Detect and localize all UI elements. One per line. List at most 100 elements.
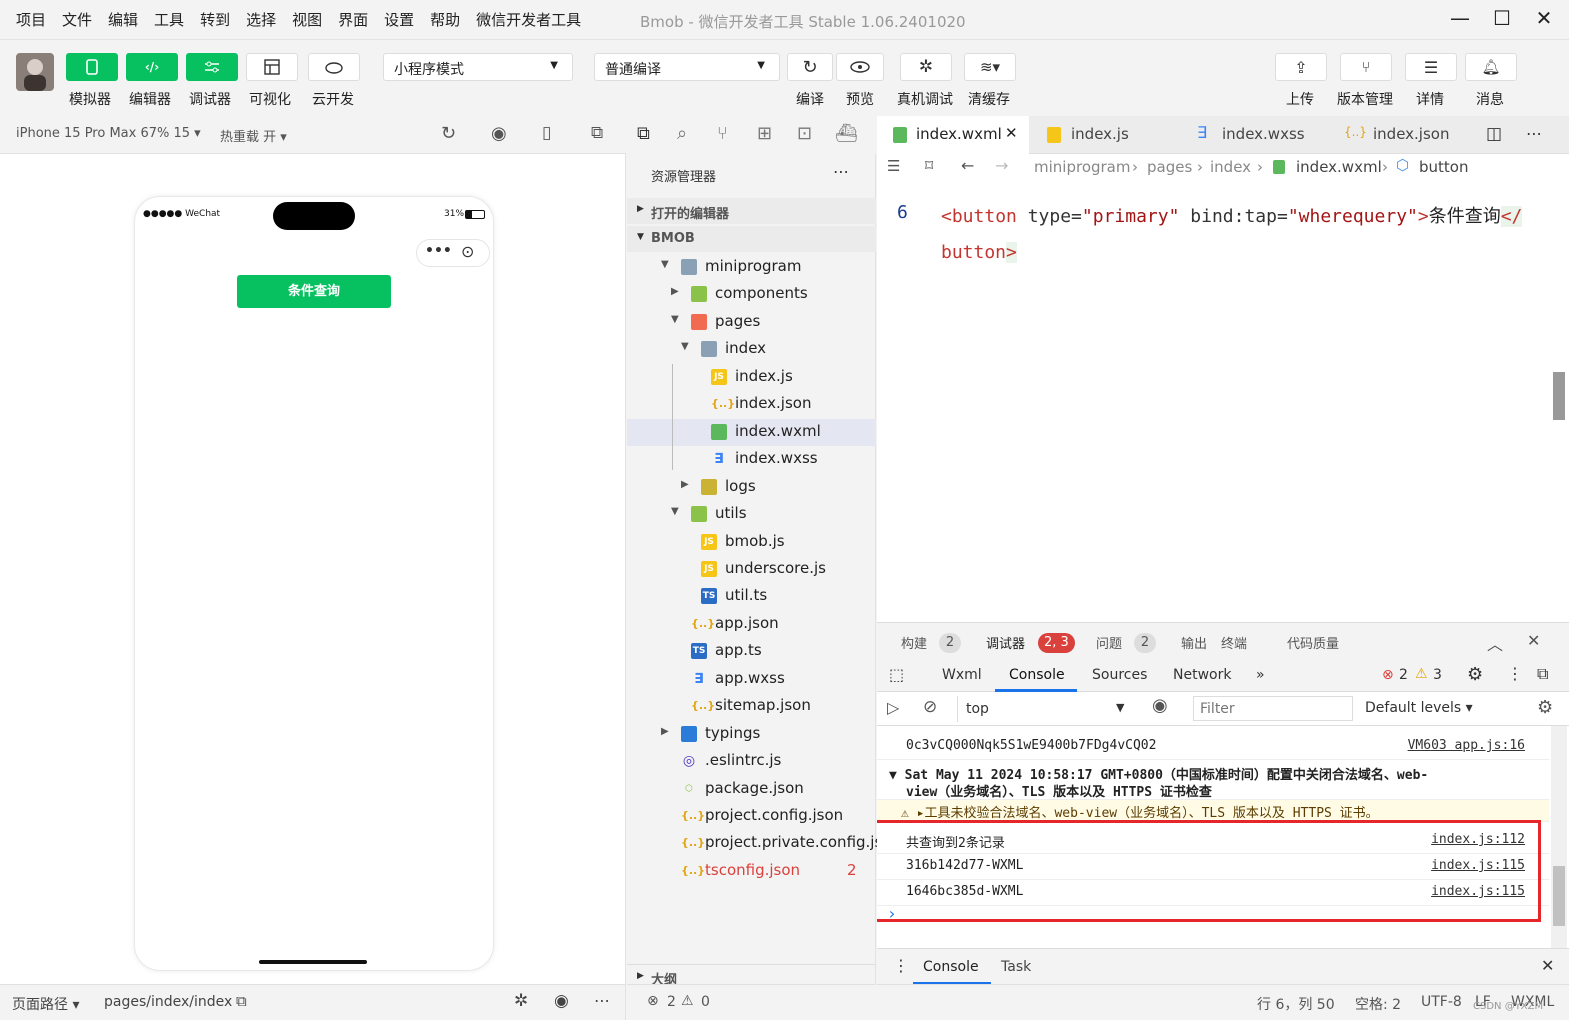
list-icon[interactable]: ☰ — [887, 157, 900, 175]
tree-item[interactable]: ▼ utils — [627, 501, 876, 528]
editor-button[interactable]: ‹/› — [126, 53, 178, 81]
hot-reload-select[interactable]: 热重载 开 ▾ — [220, 126, 287, 145]
split-editor-icon[interactable]: ◫ — [1486, 124, 1502, 144]
tree-item[interactable]: {..} app.json — [627, 611, 876, 638]
warning-row[interactable]: ⚠ ▸工具未校验合法域名、web-view（业务域名）、TLS 版本以及 HTT… — [877, 800, 1549, 822]
levels-select[interactable]: Default levels ▾ — [1365, 700, 1473, 716]
open-editors-section[interactable]: ▶ 打开的编辑器 — [627, 198, 876, 224]
clear-cache-button[interactable]: ≋▾ — [964, 53, 1016, 81]
back-icon[interactable]: ← — [961, 156, 974, 175]
tab-output[interactable]: 输出 — [1181, 633, 1207, 652]
popout-icon[interactable]: ⧉ — [591, 123, 603, 143]
maximize-icon[interactable]: ☐ — [1484, 6, 1520, 30]
problems-status[interactable]: ⊗ 2 ⚠ 0 — [627, 984, 876, 1020]
close-icon[interactable]: ✕ — [1541, 956, 1554, 975]
docker-icon[interactable]: ⛴ — [835, 123, 858, 144]
menu-item[interactable]: 视图 — [292, 9, 322, 30]
tab-build[interactable]: 构建 — [901, 633, 927, 652]
close-icon[interactable]: ✕ — [1526, 6, 1562, 30]
device-select[interactable]: iPhone 15 Pro Max 67% 15 ▾ — [16, 126, 201, 141]
tree-item[interactable]: index.wxml — [627, 418, 876, 446]
breadcrumb-item[interactable]: pages — [1147, 158, 1192, 176]
more-tabs-icon[interactable]: » — [1256, 667, 1265, 683]
sidebar-toggle-icon[interactable]: ▷ — [887, 698, 899, 717]
tree-item[interactable]: {..} project.config.json — [627, 803, 876, 830]
menu-item[interactable]: 界面 — [338, 9, 368, 30]
avatar[interactable] — [16, 53, 54, 91]
indentation[interactable]: 空格: 2 — [1355, 994, 1401, 1014]
close-icon[interactable]: ✕ — [1527, 631, 1540, 650]
kebab-icon[interactable]: ⋮ — [1507, 664, 1523, 683]
simulator-button[interactable] — [66, 53, 118, 81]
upload-button[interactable]: ⇪ — [1275, 53, 1327, 81]
tab-sources[interactable]: Sources — [1092, 667, 1147, 683]
code-editor[interactable]: 6 <button type="primary" bind:tap="where… — [877, 182, 1569, 622]
breadcrumb-item[interactable]: miniprogram — [1034, 158, 1130, 176]
messages-button[interactable]: 🔔︎ — [1465, 53, 1517, 81]
inspect-icon[interactable]: ⬚ — [889, 665, 904, 684]
capsule-close-icon[interactable]: ⊙ — [461, 242, 474, 261]
tree-item[interactable]: TS util.ts — [627, 583, 876, 610]
tree-item[interactable]: ∃ index.wxss — [627, 446, 876, 473]
tab-index-wxss[interactable]: ∃ index.wxss — [1181, 116, 1331, 154]
remote-debug-button[interactable]: ✲ — [900, 53, 952, 81]
project-section[interactable]: ▼ BMOB — [627, 226, 876, 252]
copy-icon[interactable]: ⧉ — [236, 992, 247, 1010]
outline-section[interactable]: ▶ 大纲 — [627, 964, 876, 988]
debugger-button[interactable] — [186, 53, 238, 81]
eye-icon[interactable]: ◉ — [1152, 695, 1168, 716]
tree-item[interactable]: {..} tsconfig.json 2 — [627, 858, 876, 885]
close-icon[interactable]: ✕ — [1005, 124, 1018, 142]
context-select[interactable]: top ▼ — [957, 696, 1131, 722]
menu-item[interactable]: 转到 — [200, 9, 230, 30]
tab-console[interactable]: Console — [1009, 667, 1065, 683]
tree-item[interactable]: {..} project.private.config.js... — [627, 830, 897, 857]
kebab-icon[interactable]: ⋮ — [893, 956, 909, 975]
scrollbar-thumb[interactable] — [1553, 372, 1565, 420]
cloud-button[interactable] — [308, 53, 360, 81]
more-dots-icon[interactable]: ••• — [425, 243, 452, 259]
record-icon[interactable]: ◉ — [491, 123, 507, 144]
query-button[interactable]: 条件查询 — [237, 275, 391, 308]
search-icon[interactable]: ⌕ — [677, 123, 687, 144]
tree-item[interactable]: ▶ typings — [627, 721, 876, 748]
settings-icon[interactable]: ⚙ — [1537, 697, 1553, 718]
menu-item[interactable]: 项目 — [16, 9, 46, 30]
cursor-position[interactable]: 行 6，列 50 — [1257, 994, 1335, 1014]
settings-icon[interactable]: ⚙ — [1467, 664, 1483, 685]
phone-icon[interactable]: ▯ — [542, 123, 551, 143]
menu-item[interactable]: 微信开发者工具 — [476, 9, 581, 30]
tree-item[interactable]: ▼ pages — [627, 309, 876, 336]
console-scrollbar[interactable] — [1551, 726, 1567, 948]
tree-item[interactable]: JS index.js — [627, 364, 876, 391]
log-source-link[interactable]: VM603 app.js:16 — [1408, 738, 1525, 753]
menu-item[interactable]: 设置 — [384, 9, 414, 30]
drawer-tab-console[interactable]: Console — [923, 959, 979, 975]
bug-icon[interactable]: ✲ — [514, 991, 528, 1011]
rotate-icon[interactable]: ↻ — [441, 123, 456, 144]
tree-item[interactable]: ∃ app.wxss — [627, 666, 876, 693]
page-path-label[interactable]: 页面路径 ▾ — [12, 994, 79, 1014]
tree-item[interactable]: ◎ .eslintrc.js — [627, 748, 876, 775]
breadcrumb-item[interactable]: index.wxml — [1296, 158, 1382, 176]
tab-index-json[interactable]: {..} index.json — [1332, 116, 1482, 154]
source-control-icon[interactable]: ⑂ — [717, 123, 728, 144]
menu-item[interactable]: 工具 — [154, 9, 184, 30]
clear-console-icon[interactable]: ⊘ — [923, 697, 937, 717]
tree-item[interactable]: {..} index.json — [627, 391, 876, 418]
more-icon[interactable]: ⋯ — [594, 991, 610, 1010]
tab-index-wxml[interactable]: index.wxml ✕ — [877, 116, 1029, 154]
storage-icon[interactable]: ⊡ — [797, 123, 812, 144]
tree-item[interactable]: ▼ miniprogram — [627, 254, 876, 281]
tree-item[interactable]: ▼ index — [627, 336, 876, 363]
chevron-up-icon[interactable]: ︿ — [1487, 631, 1503, 655]
dock-icon[interactable]: ⧉ — [1537, 664, 1548, 684]
tab-quality[interactable]: 代码质量 — [1287, 633, 1339, 652]
tab-issues[interactable]: 问题 — [1096, 633, 1122, 652]
compile-button[interactable]: ↻ — [787, 53, 833, 81]
log-group[interactable]: ▼ Sat May 11 2024 10:58:17 GMT+0800（中国标准… — [877, 760, 1549, 800]
minimize-icon[interactable]: — — [1442, 6, 1478, 30]
menu-item[interactable]: 选择 — [246, 9, 276, 30]
drawer-tab-task[interactable]: Task — [1001, 959, 1031, 975]
tree-item[interactable]: ▶ logs — [627, 474, 876, 501]
